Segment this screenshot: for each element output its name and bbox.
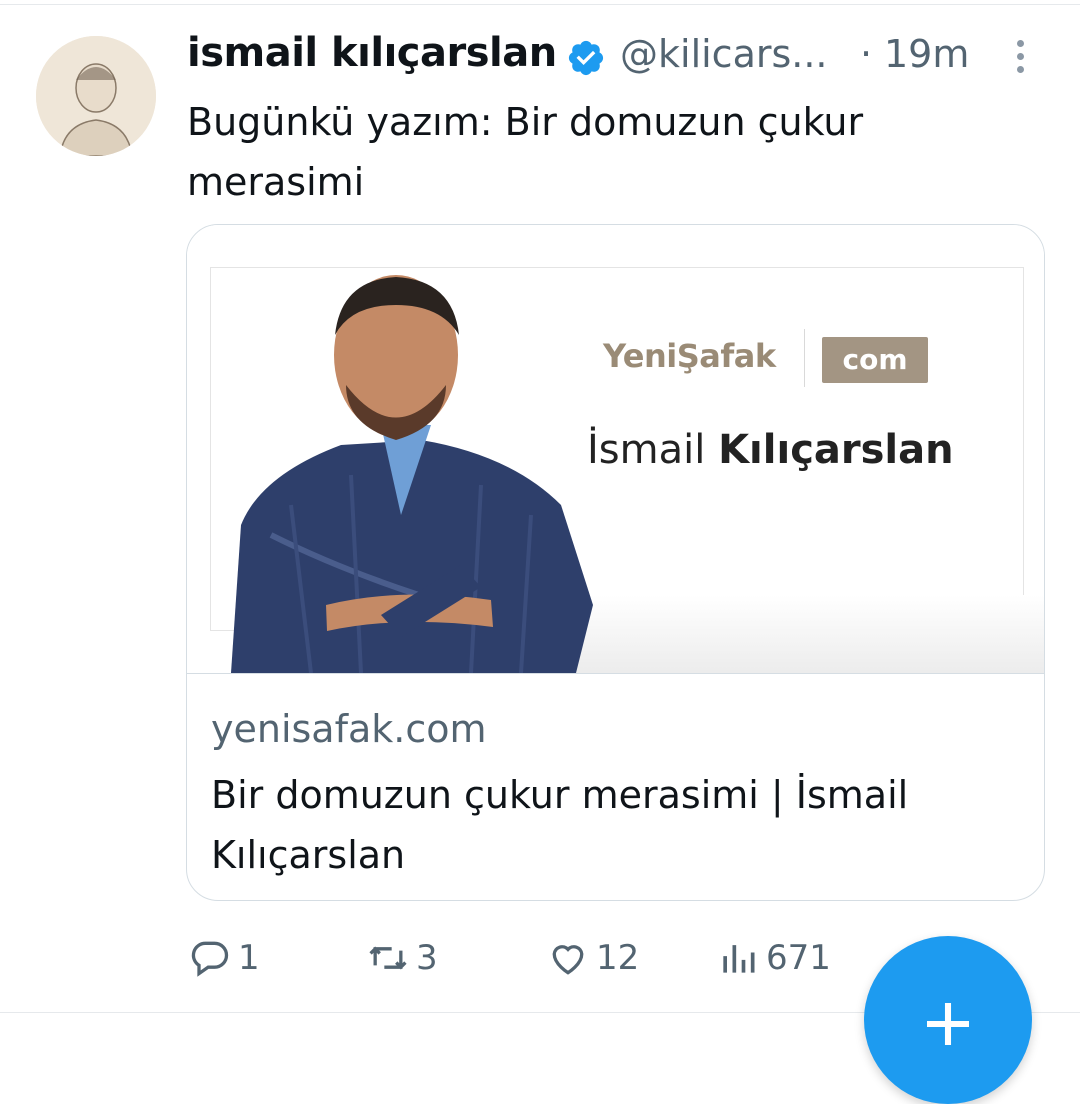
card-author-first: İsmail — [587, 427, 706, 473]
link-card-title: Bir domuzun çukur merasimi | İsmail Kılı… — [211, 773, 909, 877]
author-name[interactable]: ismail kılıçarslan — [187, 30, 557, 76]
like-count: 12 — [596, 938, 640, 978]
reply-count: 1 — [238, 938, 260, 978]
author-avatar[interactable] — [36, 36, 156, 156]
link-card[interactable]: YeniŞafak com İsmail Kılıçarslan yenisaf… — [186, 224, 1045, 901]
heart-icon — [552, 945, 584, 975]
top-divider — [0, 4, 1080, 5]
brand-divider — [804, 329, 805, 387]
link-card-image: YeniŞafak com İsmail Kılıçarslan — [187, 225, 1044, 674]
views-button[interactable]: 671 — [716, 930, 831, 986]
card-author-name: İsmail Kılıçarslan — [587, 427, 954, 473]
brand-logo: YeniŞafak — [603, 337, 776, 375]
card-author-last: Kılıçarslan — [718, 427, 954, 473]
views-count: 671 — [766, 938, 831, 978]
reply-icon — [191, 941, 229, 977]
verified-badge-icon — [568, 40, 604, 76]
tweet-timestamp[interactable]: 19m — [884, 32, 969, 76]
reply-button[interactable]: 1 — [188, 930, 260, 986]
retweet-icon — [369, 946, 407, 970]
retweet-count: 3 — [416, 938, 438, 978]
like-button[interactable]: 12 — [546, 930, 639, 986]
link-card-domain: yenisafak.com — [211, 707, 487, 751]
meta-separator: · — [860, 32, 873, 76]
compose-button[interactable] — [864, 936, 1032, 1104]
more-vertical-icon[interactable] — [1002, 40, 1038, 80]
author-portrait-image — [231, 275, 593, 673]
author-handle[interactable]: @kilicars... — [620, 32, 828, 76]
retweet-button[interactable]: 3 — [366, 930, 438, 986]
tweet-text: Bugünkü yazım: Bir domuzun çukur merasim… — [187, 100, 864, 204]
brand-badge: com — [822, 337, 928, 383]
views-chart-icon — [723, 945, 755, 973]
plus-icon — [927, 1003, 969, 1045]
